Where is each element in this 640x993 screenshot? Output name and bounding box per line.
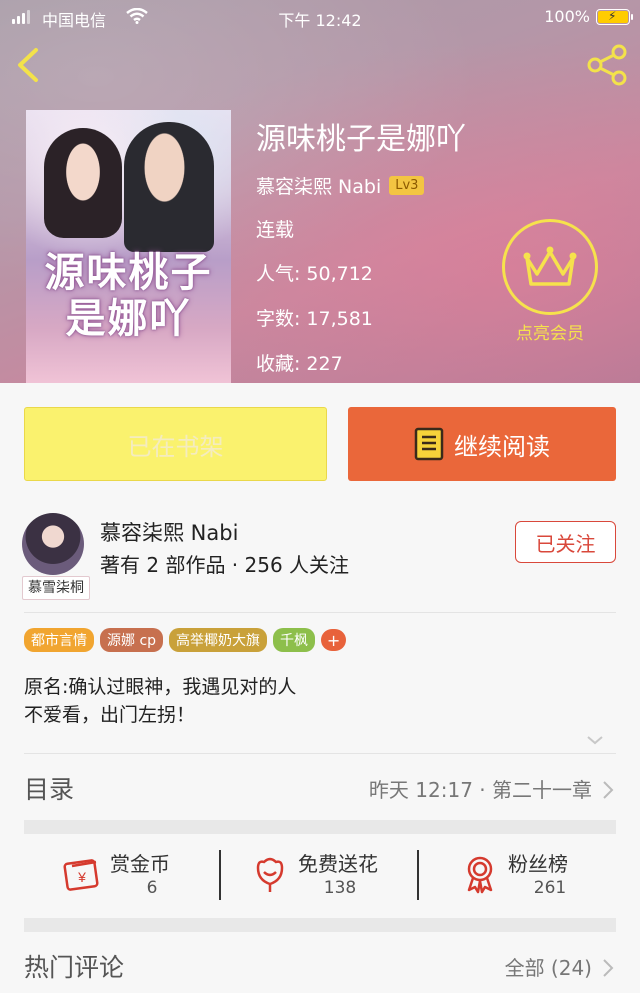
free-flower-stat[interactable]: 免费送花 138 <box>250 848 400 914</box>
book-title: 源味桃子是娜吖 <box>256 122 466 157</box>
follow-label: 已关注 <box>535 531 596 556</box>
all-comments-link[interactable]: 全部 (24) <box>505 952 592 981</box>
popularity-value: 50,712 <box>306 263 373 285</box>
stat-name: 赏金币 <box>110 852 170 876</box>
book-author-line: 慕容柒熙 Nabi Lv3 <box>256 172 425 199</box>
svg-text:¥: ¥ <box>77 869 86 885</box>
vip-button[interactable]: 点亮会员 <box>500 219 600 344</box>
battery-percent: 100% <box>544 7 590 26</box>
popularity-stat: 人气: 50,712 <box>256 263 373 285</box>
chevron-right-icon[interactable] <box>602 958 614 978</box>
divider <box>24 612 616 613</box>
follow-button[interactable]: 已关注 <box>515 521 616 563</box>
in-bookshelf-label: 已在书架 <box>127 432 224 461</box>
latest-chapter: 昨天 12:17 · 第二十一章 <box>368 778 592 802</box>
word-count-stat: 字数: 17,581 <box>256 308 373 330</box>
vip-label: 点亮会员 <box>516 324 584 344</box>
favorites-value: 227 <box>306 353 343 375</box>
level-badge: Lv3 <box>389 176 425 195</box>
chevron-left-icon <box>18 48 38 82</box>
word-count-value: 17,581 <box>306 308 373 330</box>
stat-name: 粉丝榜 <box>508 852 568 876</box>
in-bookshelf-button[interactable]: 已在书架 <box>24 407 327 481</box>
table-of-contents-row[interactable]: 目录 昨天 12:17 · 第二十一章 <box>0 756 640 820</box>
fan-ranking-stat[interactable]: 粉丝榜 261 <box>460 848 600 914</box>
add-tag-button[interactable]: + <box>321 629 347 651</box>
expand-button[interactable] <box>586 731 604 750</box>
stat-name: 免费送花 <box>298 852 378 876</box>
synopsis-line: 原名:确认过眼神，我遇见对的人 <box>24 676 297 698</box>
tag-item[interactable]: 千枫 <box>273 628 316 652</box>
cover-title: 源味桃子是娜吖 <box>44 249 213 342</box>
book-icon <box>414 427 444 461</box>
stat-separator <box>219 850 221 900</box>
crown-icon <box>523 246 577 286</box>
share-icon <box>587 44 627 86</box>
synopsis-line: 不爱看，出门左拐！ <box>24 704 196 726</box>
tag-item[interactable]: 都市言情 <box>24 628 94 652</box>
toc-label: 目录 <box>24 775 75 804</box>
author-info: 著有 2 部作品 · 256 人关注 <box>100 553 350 577</box>
divider <box>24 753 616 754</box>
book-header: 中国电信 下午 12:42 100% ⚡ 源味桃子是娜吖 源味桃子是娜吖 慕容柒… <box>0 0 640 383</box>
flower-icon <box>256 857 284 892</box>
back-button[interactable] <box>12 44 48 86</box>
book-detail-panel: 已在书架 继续阅读 慕雪柒桐 慕容柒熙 Nabi 著有 2 部作品 · 256 … <box>0 383 640 993</box>
continue-reading-label: 继续阅读 <box>454 432 550 461</box>
hot-comments-header: 热门评论 全部 (24) <box>0 946 640 992</box>
book-cover[interactable]: 源味桃子是娜吖 <box>26 110 231 383</box>
battery-icon: ⚡ <box>596 9 633 25</box>
stats-bar: ¥ 赏金币 6 免费送花 138 粉丝榜 261 <box>0 838 640 923</box>
stat-value: 261 <box>533 878 567 898</box>
hot-comments-title: 热门评论 <box>24 953 125 982</box>
cover-figure-right <box>124 122 214 252</box>
section-divider <box>24 820 616 834</box>
tag-item[interactable]: 源娜 cp <box>100 628 164 652</box>
avatar-tag: 慕雪柒桐 <box>22 576 90 600</box>
chevron-down-icon <box>587 736 603 745</box>
reward-coin-icon: ¥ <box>63 859 99 891</box>
stat-value: 6 <box>146 878 158 898</box>
continue-reading-button[interactable]: 继续阅读 <box>348 407 616 481</box>
medal-icon <box>467 856 493 894</box>
synopsis: 原名:确认过眼神，我遇见对的人 不爱看，出门左拐！ <box>24 673 296 729</box>
cover-figure-left <box>44 128 122 238</box>
book-status: 连载 <box>256 219 295 241</box>
stat-value: 138 <box>323 878 357 898</box>
favorites-stat: 收藏: 227 <box>256 353 343 375</box>
status-bar: 中国电信 下午 12:42 100% ⚡ <box>0 0 640 34</box>
tag-list: 都市言情 源娜 cp 高举椰奶大旗 千枫 + <box>24 628 347 652</box>
author-name[interactable]: 慕容柒熙 Nabi <box>100 517 238 547</box>
stat-separator <box>417 850 419 900</box>
section-divider <box>24 918 616 932</box>
chevron-right-icon <box>603 781 614 799</box>
reward-coins-stat[interactable]: ¥ 赏金币 6 <box>62 848 202 914</box>
author-card: 慕雪柒桐 慕容柒熙 Nabi 著有 2 部作品 · 256 人关注 已关注 <box>0 507 640 607</box>
avatar[interactable] <box>22 513 84 575</box>
tag-item[interactable]: 高举椰奶大旗 <box>169 628 268 652</box>
share-button[interactable] <box>586 44 628 86</box>
book-author: 慕容柒熙 Nabi <box>256 176 382 198</box>
